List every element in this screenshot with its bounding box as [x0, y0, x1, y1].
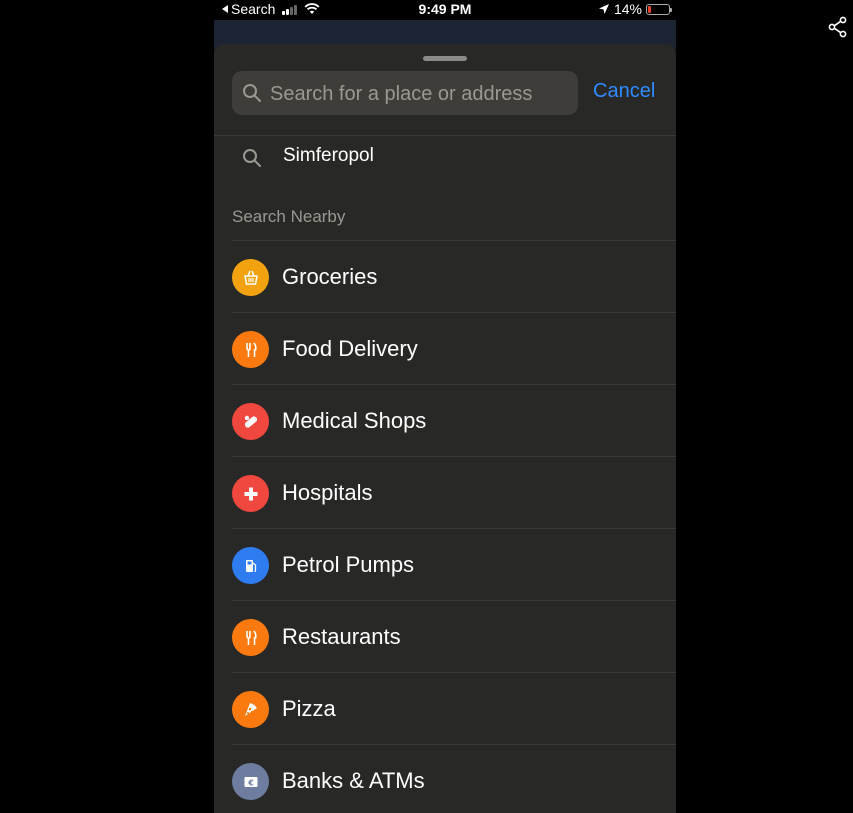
nearby-item-label: Petrol Pumps — [282, 552, 415, 577]
nearby-item-pizza[interactable]: Pizza — [232, 672, 676, 744]
fork-knife-icon — [232, 331, 269, 368]
battery-percent: 14% — [613, 1, 642, 17]
sheet-grabber[interactable] — [423, 56, 467, 61]
nearby-item-label: Medical Shops — [282, 408, 427, 433]
location-arrow-icon — [598, 4, 609, 14]
cross-icon — [232, 475, 269, 512]
nearby-item-food-delivery[interactable]: Food Delivery — [232, 312, 676, 384]
nearby-item-medical-shops[interactable]: Medical Shops — [232, 384, 676, 456]
nearby-item-hospitals[interactable]: Hospitals — [232, 456, 676, 528]
search-input[interactable] — [268, 71, 572, 117]
status-right: 14% — [598, 1, 672, 17]
basket-icon — [232, 259, 269, 296]
bank-icon: € — [232, 763, 269, 800]
nearby-item-restaurants[interactable]: Restaurants — [232, 600, 676, 672]
screenshot-root: Search 9:49 PM 14% Search for a place or… — [0, 0, 853, 813]
nearby-item-groceries[interactable]: Groceries — [232, 240, 676, 312]
nearby-list: Groceries Food Delivery Medical Shops Hospi… — [232, 240, 676, 813]
cancel-button[interactable]: Cancel — [593, 80, 655, 103]
fork-knife-icon — [232, 619, 269, 656]
search-field[interactable] — [232, 71, 578, 117]
battery-icon — [646, 3, 672, 15]
section-header-search-nearby: Search Nearby — [232, 207, 346, 226]
recent-search-label: Simferopol — [283, 145, 374, 166]
search-sheet: Cancel Simferopol Search Nearby Grocerie… — [214, 44, 676, 813]
search-icon — [243, 84, 261, 102]
status-bar: Search 9:49 PM 14% — [214, 0, 676, 20]
fuel-pump-icon — [232, 547, 269, 584]
recent-search-item[interactable]: Simferopol — [214, 136, 676, 180]
pizza-icon — [232, 691, 269, 728]
nearby-item-label: Banks & ATMs — [282, 768, 425, 793]
nearby-item-label: Restaurants — [282, 624, 401, 649]
nearby-item-label: Food Delivery — [282, 336, 418, 361]
pill-icon — [232, 403, 269, 440]
nearby-item-banks-atms[interactable]: € Banks & ATMs — [232, 744, 676, 813]
svg-text:€: € — [247, 778, 254, 787]
search-icon — [243, 149, 261, 167]
nearby-item-label: Hospitals — [282, 480, 373, 505]
nearby-item-label: Groceries — [282, 264, 378, 289]
battery-fill — [648, 5, 651, 13]
share-icon[interactable] — [828, 16, 848, 38]
nearby-item-label: Pizza — [282, 696, 336, 721]
nearby-item-petrol-pumps[interactable]: Petrol Pumps — [232, 528, 676, 600]
